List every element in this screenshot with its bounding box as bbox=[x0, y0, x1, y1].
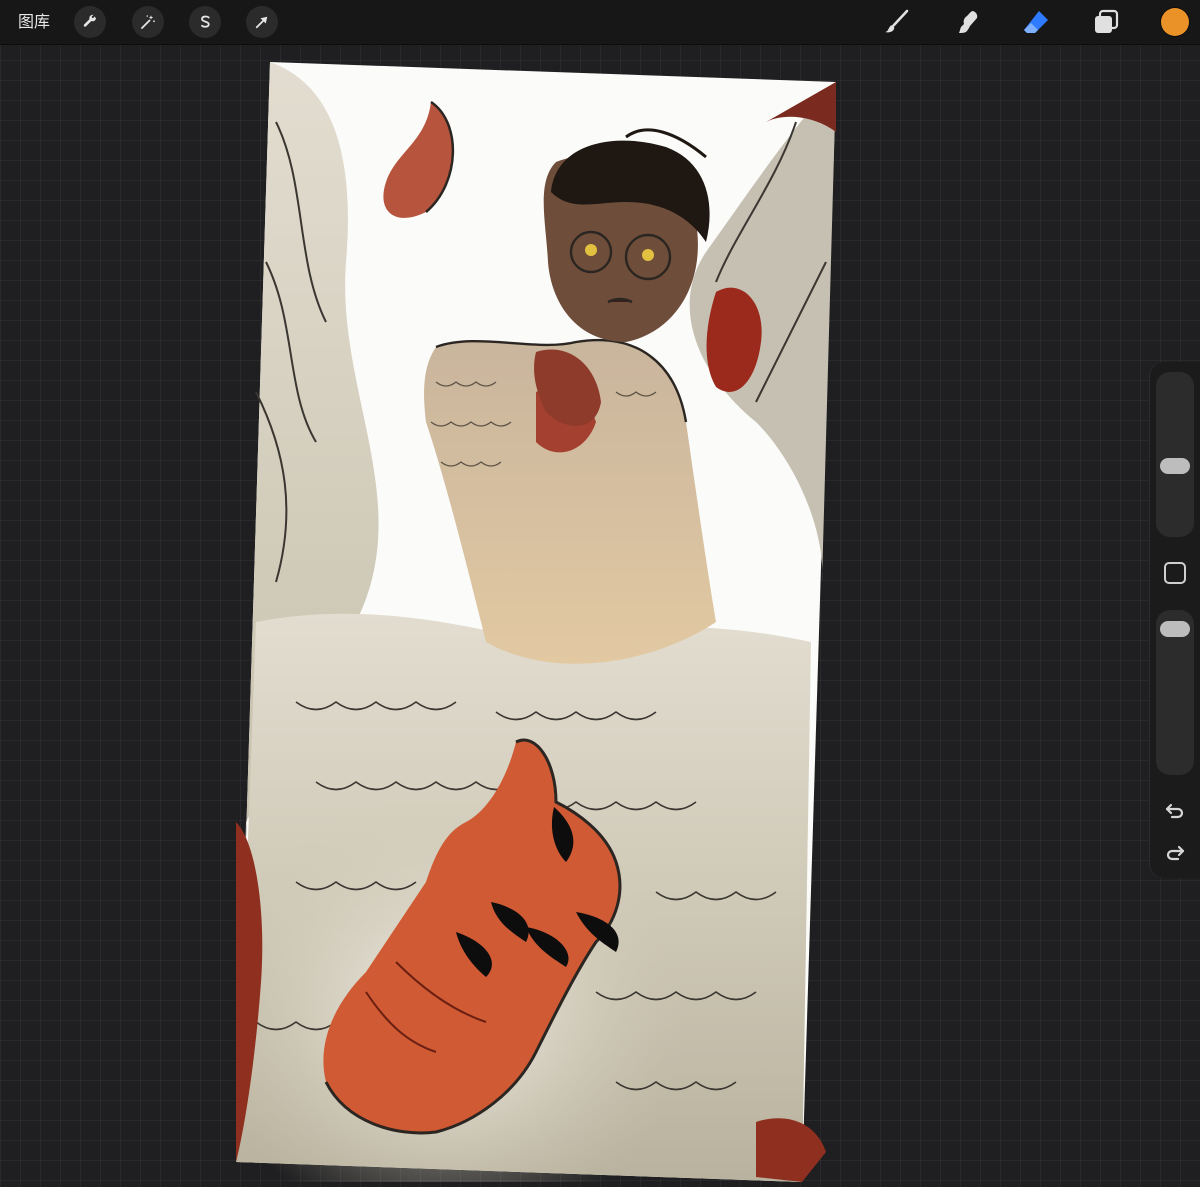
side-toolbar bbox=[1150, 362, 1200, 878]
adjustments-button[interactable] bbox=[132, 6, 164, 38]
actions-button[interactable] bbox=[74, 6, 106, 38]
transform-button[interactable] bbox=[246, 6, 278, 38]
selection-s-icon bbox=[201, 15, 210, 28]
eraser-icon bbox=[1024, 11, 1048, 33]
modifier-square-icon[interactable] bbox=[1164, 562, 1186, 584]
brush-icon bbox=[885, 9, 909, 33]
brush-size-slider[interactable] bbox=[1156, 372, 1194, 537]
magic-wand-icon bbox=[141, 15, 155, 29]
artwork-canvas[interactable] bbox=[236, 62, 836, 1182]
arrow-cursor-icon bbox=[255, 16, 268, 29]
opacity-slider[interactable] bbox=[1156, 610, 1194, 775]
artwork-illustration bbox=[236, 62, 836, 1182]
redo-icon bbox=[1166, 845, 1185, 861]
top-toolbar: 图库 bbox=[0, 0, 1200, 45]
smudge-tool-button[interactable] bbox=[952, 7, 982, 37]
undo-icon bbox=[1165, 803, 1184, 819]
brush-tool-button[interactable] bbox=[882, 7, 912, 37]
redo-button[interactable] bbox=[1162, 840, 1188, 866]
eraser-tool-button[interactable] bbox=[1021, 7, 1051, 37]
brush-size-thumb[interactable] bbox=[1160, 457, 1190, 474]
color-picker-button[interactable] bbox=[1161, 8, 1189, 36]
selection-button[interactable] bbox=[189, 6, 221, 38]
layers-icon bbox=[1095, 9, 1119, 33]
layers-button[interactable] bbox=[1091, 7, 1121, 37]
opacity-thumb[interactable] bbox=[1160, 621, 1190, 638]
smudge-icon bbox=[959, 11, 978, 33]
gallery-button[interactable]: 图库 bbox=[18, 10, 50, 34]
wrench-icon bbox=[83, 14, 97, 27]
undo-button[interactable] bbox=[1162, 798, 1188, 824]
